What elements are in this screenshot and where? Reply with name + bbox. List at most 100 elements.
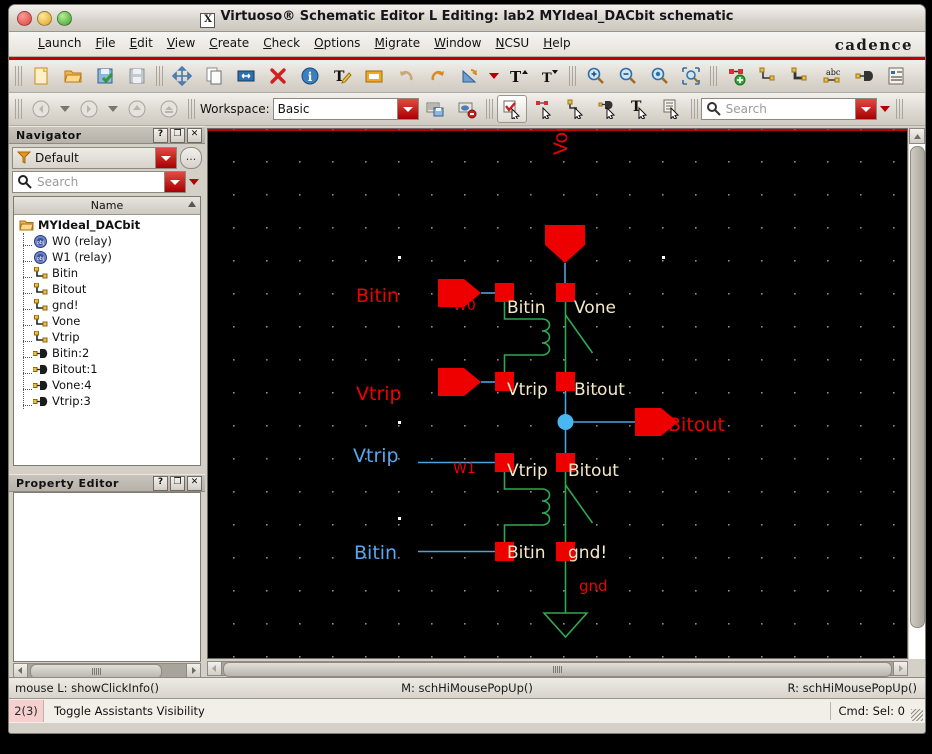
flip-rotate-icon[interactable] — [455, 62, 485, 90]
menu-edit[interactable]: Edit — [123, 32, 160, 53]
menu-launch[interactable]: Launch — [31, 32, 88, 53]
workspace-dropdown-button[interactable] — [396, 99, 418, 119]
back-icon[interactable] — [26, 95, 56, 123]
back-dropdown-caret[interactable] — [60, 106, 70, 112]
instance-label-w0[interactable]: W0 — [453, 298, 476, 314]
navigator-filter-select[interactable]: Default — [12, 147, 177, 169]
net-label-bitin[interactable]: Bitin — [354, 542, 397, 564]
property-editor-scroll-track[interactable] — [28, 663, 186, 679]
canvas-vscrollbar[interactable] — [909, 128, 925, 659]
toolbar-grip-6[interactable] — [188, 99, 195, 119]
select-text-icon[interactable]: T — [625, 95, 655, 123]
toolbar-grip-5[interactable] — [15, 99, 22, 119]
schematic-drawing[interactable]: Vone Bitin Vtrip Vtrip Bitin Bitout W0 W1 gnd Bit… — [208, 129, 907, 658]
tree-item[interactable]: Vone:4 — [14, 377, 200, 393]
instance-label-w1[interactable]: W1 — [453, 461, 476, 477]
navigator-float-button[interactable]: ❐ — [170, 128, 185, 143]
toolbar-grip-4[interactable] — [710, 66, 717, 86]
canvas-vscroll-thumb[interactable] — [910, 146, 925, 628]
tree-root-item[interactable]: MYIdeal_DACbit — [14, 217, 200, 233]
tree-item[interactable]: Vtrip:3 — [14, 393, 200, 409]
input-pin-label-bitin[interactable]: Bitin — [356, 285, 399, 307]
tree-item[interactable]: Bitout — [14, 281, 200, 297]
menu-help[interactable]: Help — [536, 32, 577, 53]
toolbar-grip-3[interactable] — [569, 66, 576, 86]
schematic-canvas[interactable]: Vone Bitin Vtrip Vtrip Bitin Bitout W0 W1 gnd Bit… — [207, 128, 908, 659]
navigator-search-dropdown[interactable] — [164, 172, 185, 192]
navigator-search-input[interactable]: Search — [12, 171, 186, 193]
terminal-label-bitout-w1[interactable]: Bitout — [568, 461, 619, 481]
net-label-vtrip[interactable]: Vtrip — [353, 445, 399, 467]
toolbar-grip-9[interactable] — [895, 99, 903, 119]
select-hierarchy-icon[interactable] — [657, 95, 687, 123]
navigator-panel-buttons[interactable]: ? ❐ ✕ — [153, 128, 202, 143]
tree-item[interactable]: obj W1 (relay) — [14, 249, 200, 265]
property-editor-hscrollbar[interactable] — [13, 663, 201, 679]
delete-workspace-icon[interactable] — [452, 95, 482, 123]
navigator-tree[interactable]: MYIdeal_DACbit obj W0 (relay) obj W1 (relay)… — [14, 215, 200, 465]
terminal-label-vtrip-w1[interactable]: Vtrip — [507, 461, 548, 481]
menu-check[interactable]: Check — [256, 32, 307, 53]
add-instance-icon[interactable] — [721, 62, 751, 90]
terminal-label-gnd-w1[interactable]: gnd! — [568, 543, 607, 563]
menu-ncsu[interactable]: NCSU — [488, 32, 536, 53]
toolbar-grip[interactable] — [15, 66, 22, 86]
navigator-options-button[interactable]: ... — [180, 147, 202, 169]
canvas-hscroll-track[interactable] — [222, 661, 893, 677]
terminal-label-vone-w0[interactable]: Vone — [574, 298, 616, 318]
wire-narrow-icon[interactable] — [753, 62, 783, 90]
canvas-scroll-left-icon[interactable] — [207, 661, 222, 676]
forward-dropdown-caret[interactable] — [108, 106, 118, 112]
scroll-right-icon[interactable] — [186, 663, 201, 678]
menu-bar[interactable]: Launch File Edit View Create Check Options Migr… — [9, 32, 925, 57]
save-check-icon[interactable] — [90, 62, 120, 90]
up-hierarchy-icon[interactable] — [122, 95, 152, 123]
output-pin-label-bitout[interactable]: Bitout — [668, 414, 725, 436]
property-editor-float-button[interactable]: ❐ — [170, 476, 185, 491]
navigator-filter-dropdown[interactable] — [155, 148, 176, 168]
main-toolbar[interactable]: i T T T abc — [9, 60, 925, 93]
toolbar-grip-7[interactable] — [485, 99, 493, 119]
terminal-label-bitin-w1[interactable]: Bitin — [507, 543, 546, 563]
save-workspace-icon[interactable] — [420, 95, 450, 123]
tree-item[interactable]: gnd! — [14, 297, 200, 313]
menu-view[interactable]: View — [160, 32, 202, 53]
wire-name-icon[interactable]: abc — [817, 62, 847, 90]
menu-create[interactable]: Create — [202, 32, 256, 53]
navigator-column-header[interactable]: Name — [14, 197, 200, 215]
ground-label-gnd[interactable]: gnd — [579, 577, 608, 595]
properties-info-icon[interactable]: i — [295, 62, 325, 90]
edit-in-place-icon[interactable] — [359, 62, 389, 90]
tree-item[interactable]: Bitin — [14, 265, 200, 281]
tree-item[interactable]: Bitin:2 — [14, 345, 200, 361]
property-editor-content[interactable] — [13, 492, 201, 662]
flip-rotate-dropdown-caret[interactable] — [489, 73, 499, 79]
tree-item[interactable]: Vone — [14, 313, 200, 329]
scroll-up-icon[interactable] — [909, 128, 925, 144]
terminal-label-bitin-w0[interactable]: Bitin — [507, 298, 546, 318]
select-instances-icon[interactable] — [529, 95, 559, 123]
tree-item[interactable]: Vtrip — [14, 329, 200, 345]
scroll-left-icon[interactable] — [13, 663, 28, 678]
property-editor-help-button[interactable]: ? — [153, 476, 168, 491]
terminal-label-vtrip-w0[interactable]: Vtrip — [507, 380, 548, 400]
text-down-icon[interactable]: T — [535, 62, 565, 90]
property-editor-close-button[interactable]: ✕ — [187, 476, 202, 491]
zoom-in-icon[interactable] — [580, 62, 610, 90]
save-icon[interactable] — [122, 62, 152, 90]
hierarchy-icon[interactable] — [881, 62, 911, 90]
wire-wide-icon[interactable] — [785, 62, 815, 90]
canvas-vscroll-track[interactable] — [909, 144, 925, 659]
resize-grip[interactable] — [911, 709, 923, 721]
open-folder-icon[interactable] — [58, 62, 88, 90]
search-input[interactable]: Search — [700, 98, 877, 120]
zoom-area-icon[interactable] — [676, 62, 706, 90]
return-top-icon[interactable] — [154, 95, 184, 123]
zoom-fit-icon[interactable] — [644, 62, 674, 90]
forward-icon[interactable] — [74, 95, 104, 123]
move-icon[interactable] — [167, 62, 197, 90]
tree-item[interactable]: obj W0 (relay) — [14, 233, 200, 249]
terminal-label-bitout-w0[interactable]: Bitout — [574, 380, 625, 400]
menu-file[interactable]: File — [88, 32, 122, 53]
toolbar-grip-2[interactable] — [156, 66, 163, 86]
